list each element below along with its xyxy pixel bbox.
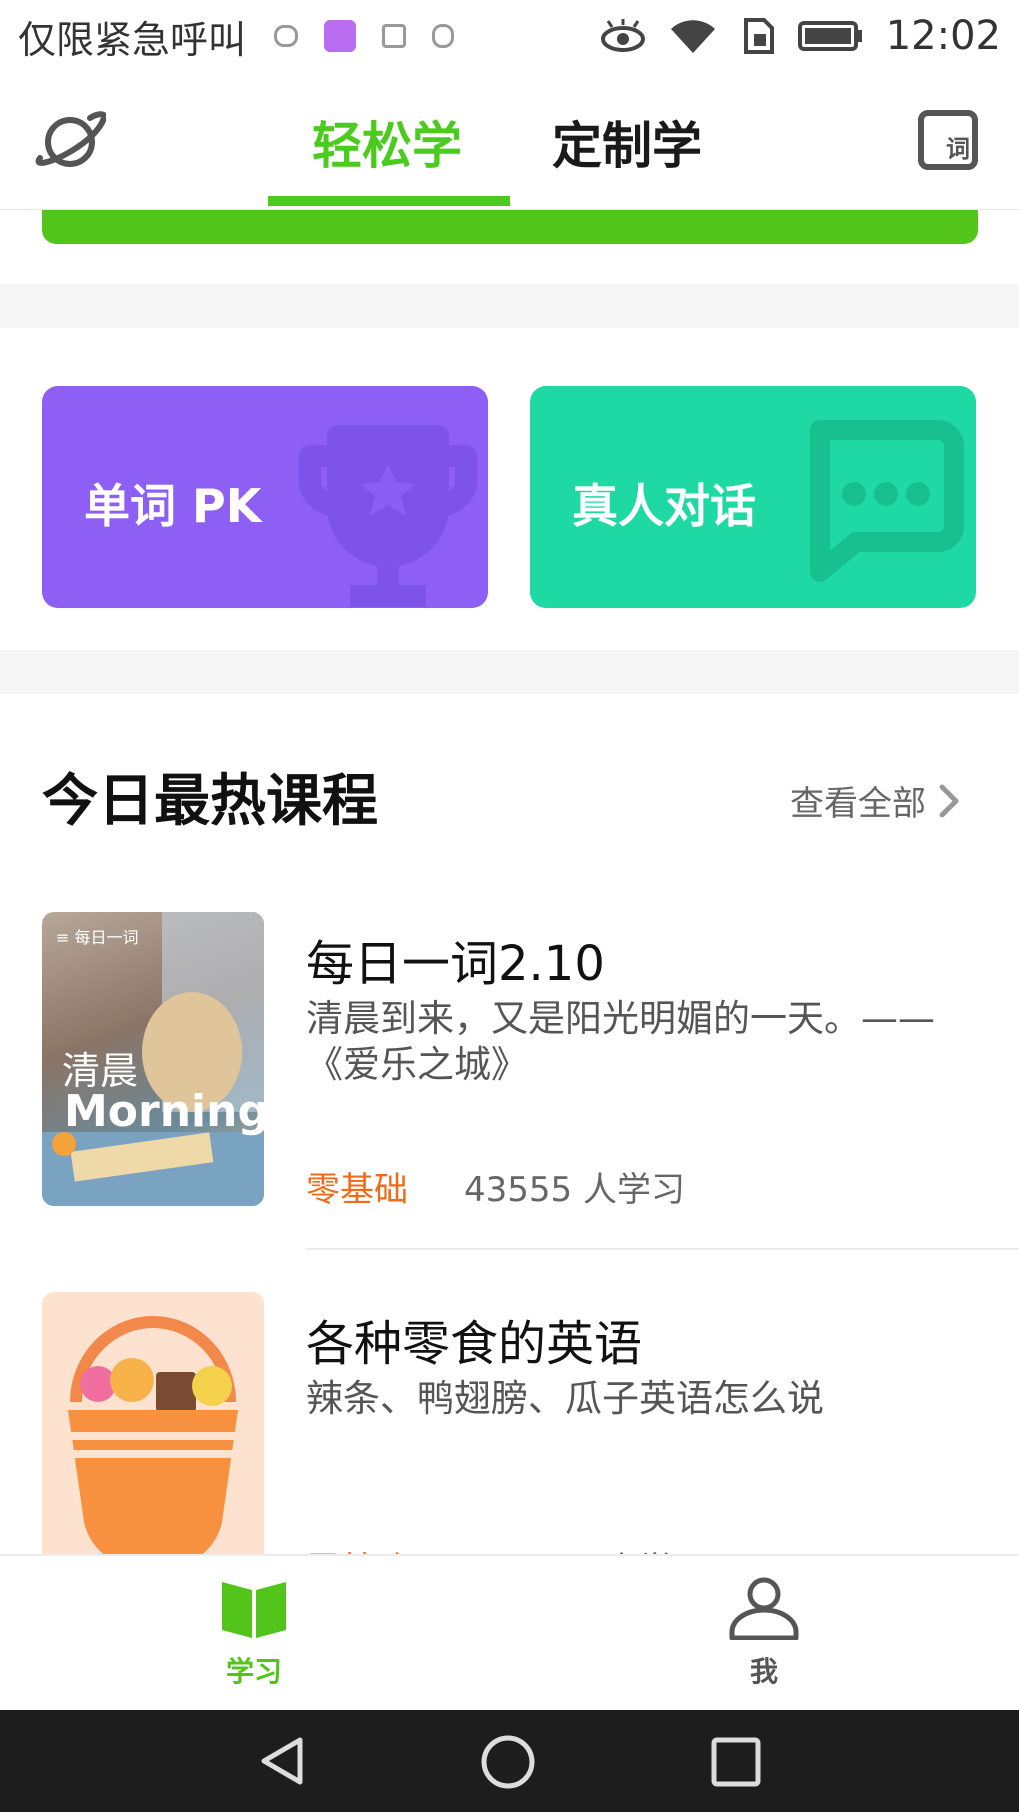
- course-learner-count: 43555 人学习: [464, 1170, 685, 1210]
- list-divider: [306, 1248, 1019, 1250]
- real-person-dialogue-label: 真人对话: [572, 479, 756, 533]
- wifi-icon: [670, 20, 715, 53]
- course-level-badge: 零基础: [306, 1170, 408, 1210]
- hot-courses-title: 今日最热课程: [42, 769, 378, 834]
- section-separator: [0, 650, 1019, 694]
- tab-custom-learn[interactable]: 定制学: [552, 106, 702, 178]
- person-icon: [729, 1577, 799, 1641]
- home-icon[interactable]: [480, 1734, 536, 1790]
- open-book-icon: [222, 1582, 286, 1638]
- carrier-text: 仅限紧急呼叫: [18, 17, 247, 62]
- word-pk-label: 单词 PK: [84, 479, 262, 533]
- chat-bubble-icon: [810, 420, 964, 582]
- course-description: 辣条、鸭翅膀、瓜子英语怎么说: [306, 1377, 824, 1420]
- course-item[interactable]: ≡ 每日一词 清晨 Morning 每日一词2.10 清晨到来，又是阳光明媚的一…: [0, 912, 1019, 1252]
- bottom-nav: 学习 我: [0, 1554, 1019, 1710]
- word-pk-card[interactable]: 单词 PK: [42, 386, 488, 608]
- battery-icon: [797, 21, 862, 51]
- gallery-notification-icon: [324, 20, 357, 52]
- trophy-icon: [299, 425, 477, 607]
- course-thumbnail: ≡ 每日一词 清晨 Morning: [42, 912, 264, 1206]
- view-all-label: 查看全部: [790, 784, 926, 824]
- system-nav-bar: [0, 1710, 1019, 1812]
- planet-icon[interactable]: [34, 108, 106, 174]
- snack-basket-illustration: [68, 1316, 238, 1554]
- status-time: 12:02: [885, 13, 1001, 59]
- course-thumbnail: [42, 1292, 264, 1554]
- bottom-nav-learn-label: 学习: [225, 1655, 282, 1688]
- chevron-right-icon: [939, 784, 959, 817]
- vocab-book-icon[interactable]: 词: [918, 110, 978, 170]
- green-banner[interactable]: [42, 210, 978, 244]
- thumbnail-en-text: Morning: [64, 1086, 264, 1137]
- sim-icon: [743, 18, 774, 54]
- security-notification-icon: [432, 24, 455, 48]
- back-icon[interactable]: [256, 1734, 310, 1788]
- course-level-badge: 零基础: [306, 1542, 408, 1554]
- active-tab-indicator: [268, 196, 510, 206]
- recents-icon[interactable]: [710, 1736, 762, 1788]
- app-notification-icon: [382, 24, 407, 48]
- status-bar: 仅限紧急呼叫 12:02: [0, 0, 1019, 72]
- real-person-dialogue-card[interactable]: 真人对话: [530, 386, 976, 608]
- tab-easy-learn[interactable]: 轻松学: [312, 106, 462, 178]
- top-nav: 轻松学 定制学 词: [0, 72, 1019, 210]
- thumbnail-tag: ≡ 每日一词: [56, 928, 139, 947]
- bottom-nav-me[interactable]: 我: [684, 1576, 844, 1690]
- bottom-nav-learn[interactable]: 学习: [174, 1576, 334, 1690]
- course-title: 各种零食的英语: [306, 1316, 643, 1372]
- section-separator: [0, 284, 1019, 328]
- course-description: 清晨到来，又是阳光明媚的一天。——《爱乐之城》: [306, 997, 935, 1086]
- bottom-nav-me-label: 我: [749, 1655, 778, 1688]
- view-all-link[interactable]: 查看全部: [790, 776, 960, 825]
- course-title: 每日一词2.10: [306, 936, 605, 992]
- course-learner-count: 771010 人学习: [464, 1542, 707, 1554]
- course-item[interactable]: 各种零食的英语 辣条、鸭翅膀、瓜子英语怎么说 零基础 771010 人学习: [0, 1292, 1019, 1554]
- eye-icon: [600, 19, 645, 52]
- cat-notification-icon: [274, 25, 299, 47]
